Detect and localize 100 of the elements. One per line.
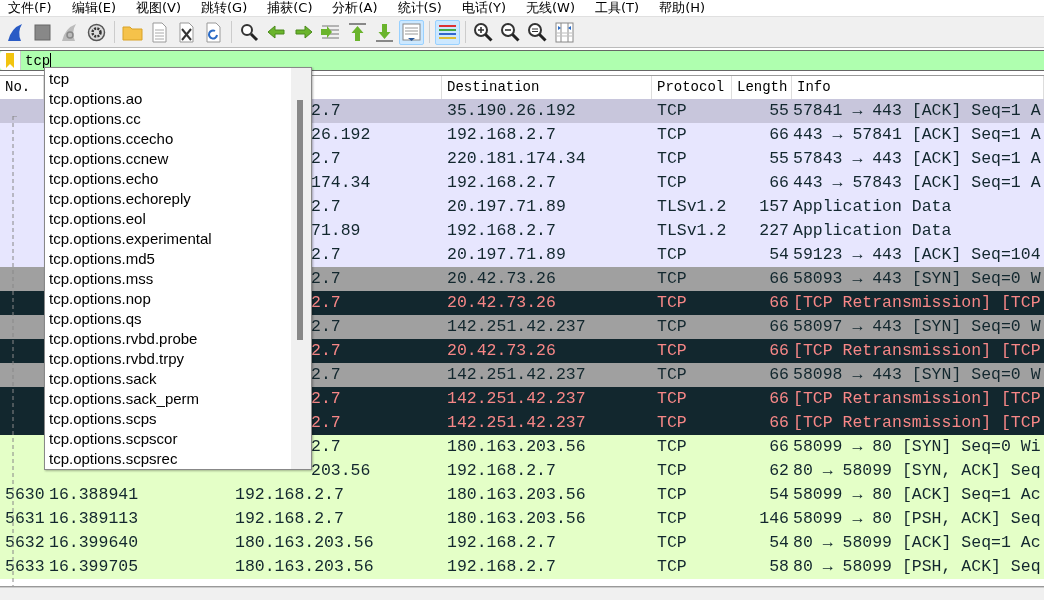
packet-row[interactable]: 5630 16.388941 192.168.2.7 180.163.203.56 TCP 54 58099 → 80 [ACK] Seq=1 Ac — [0, 483, 1044, 507]
table-cell: 142.251.42.237 — [447, 413, 586, 432]
suggestion-item[interactable]: tcp.options.ccecho — [45, 129, 291, 149]
table-cell: 20.42.73.26 — [447, 293, 556, 312]
table-cell: 180.163.203.56 — [447, 485, 586, 504]
packet-row[interactable]: 5631 16.389113 192.168.2.7 180.163.203.56 TCP 146 58099 → 80 [PSH, ACK] Seq — [0, 507, 1044, 531]
text-cursor — [50, 53, 52, 68]
suggestion-item[interactable]: tcp.options.scps — [45, 409, 291, 429]
table-cell: 443 → 57841 [ACK] Seq=1 A — [793, 125, 1041, 144]
table-cell: 192.168.2.7 — [447, 221, 556, 240]
scrollbar[interactable] — [291, 68, 311, 469]
table-cell: 174.34 — [311, 173, 371, 192]
table-cell: 66 — [769, 269, 789, 288]
table-cell: 59123 → 443 [ACK] Seq=104 — [793, 245, 1041, 264]
table-cell: 220.181.174.34 — [447, 149, 586, 168]
table-cell: 35.190.26.192 — [447, 101, 576, 120]
table-cell: 20.42.73.26 — [447, 269, 556, 288]
table-cell: TCP — [657, 341, 687, 360]
table-cell: TCP — [657, 557, 687, 576]
display-filter-field[interactable]: tcp — [0, 50, 1044, 71]
menu-item[interactable]: 无线(W) — [526, 0, 596, 16]
table-cell: 66 — [769, 413, 789, 432]
menu-item[interactable]: 捕获(C) — [267, 0, 333, 16]
table-cell: 55 — [769, 101, 789, 120]
table-cell: 2.7 — [311, 317, 341, 336]
table-cell: 2.7 — [311, 437, 341, 456]
suggestion-item[interactable]: tcp.options.ccnew — [45, 149, 291, 169]
table-cell: 192.168.2.7 — [447, 557, 556, 576]
menu-item[interactable]: 电话(Y) — [461, 0, 527, 16]
table-cell: TCP — [657, 389, 687, 408]
menu-item[interactable]: 帮助(H) — [659, 0, 726, 16]
table-cell: TCP — [657, 461, 687, 480]
table-cell: 66 — [769, 173, 789, 192]
table-cell: [TCP Retransmission] [TCP — [793, 293, 1041, 312]
suggestion-item[interactable]: tcp.options.mss — [45, 269, 291, 289]
table-cell: 66 — [769, 341, 789, 360]
table-cell: TLSv1.2 — [657, 221, 727, 240]
suggestion-item[interactable]: tcp.options.echo — [45, 169, 291, 189]
table-cell: TCP — [657, 293, 687, 312]
table-cell: 54 — [769, 533, 789, 552]
table-cell: 66 — [769, 437, 789, 456]
table-cell: 20.197.71.89 — [447, 197, 566, 216]
table-cell: 54 — [769, 245, 789, 264]
menu-item[interactable]: 统计(S) — [397, 0, 462, 16]
suggestion-item[interactable]: tcp.options.sack — [45, 369, 291, 389]
menu-item[interactable]: 视图(V) — [136, 0, 202, 16]
table-cell: TCP — [657, 149, 687, 168]
table-cell: 80 → 58099 [ACK] Seq=1 Ac — [793, 533, 1041, 552]
suggestion-item[interactable]: tcp.options.md5 — [45, 249, 291, 269]
table-cell: [TCP Retransmission] [TCP — [793, 413, 1041, 432]
autoscroll-icon[interactable] — [399, 19, 424, 45]
menu-item[interactable]: 文件(F) — [8, 0, 72, 16]
suggestion-item[interactable]: tcp.options.sack_perm — [45, 389, 291, 409]
table-cell: 2.7 — [311, 245, 341, 264]
table-cell: 58098 → 443 [SYN] Seq=0 W — [793, 365, 1041, 384]
suggestion-item[interactable]: tcp — [45, 69, 291, 89]
menu-item[interactable]: 编辑(E) — [71, 0, 136, 16]
table-cell: 192.168.2.7 — [447, 533, 556, 552]
table-cell: 2.7 — [311, 413, 341, 432]
menu-item[interactable]: 跳转(G) — [201, 0, 268, 16]
table-cell: 146 — [759, 509, 789, 528]
table-cell: TLSv1.2 — [657, 197, 727, 216]
table-cell: 16.388941 — [49, 485, 139, 504]
table-cell: 5630 — [5, 485, 44, 504]
table-cell: 16.399640 — [49, 533, 139, 552]
menu-item[interactable]: 工具(T) — [595, 0, 660, 16]
table-cell: 26.192 — [311, 125, 371, 144]
table-cell: 142.251.42.237 — [447, 365, 586, 384]
table-cell: 66 — [769, 317, 789, 336]
table-cell: 180.163.203.56 — [235, 533, 374, 552]
packet-row[interactable]: 5632 16.399640 180.163.203.56 192.168.2.7 TCP 54 80 → 58099 [ACK] Seq=1 Ac — [0, 531, 1044, 555]
bookmark-icon — [6, 53, 14, 68]
table-cell: 192.168.2.7 — [235, 485, 344, 504]
table-cell: 157 — [759, 197, 789, 216]
suggestion-item[interactable]: tcp.options.nop — [45, 289, 291, 309]
table-cell: TCP — [657, 101, 687, 120]
table-cell: [TCP Retransmission] [TCP — [793, 341, 1041, 360]
table-cell: TCP — [657, 413, 687, 432]
table-cell: 58093 → 443 [SYN] Seq=0 W — [793, 269, 1041, 288]
menu-item[interactable]: 分析(A) — [332, 0, 398, 16]
table-cell: TCP — [657, 437, 687, 456]
table-cell: Application Data — [793, 221, 952, 240]
colorize-icon[interactable] — [435, 19, 460, 45]
table-cell: 54 — [769, 485, 789, 504]
table-cell: 66 — [769, 293, 789, 312]
scrollbar-thumb[interactable] — [297, 100, 303, 340]
table-cell: 192.168.2.7 — [447, 173, 556, 192]
table-cell: 57841 → 443 [ACK] Seq=1 A — [793, 101, 1041, 120]
table-cell: 443 → 57843 [ACK] Seq=1 A — [793, 173, 1041, 192]
packet-row[interactable]: 5633 16.399705 180.163.203.56 192.168.2.7 TCP 58 80 → 58099 [PSH, ACK] Seq — [0, 555, 1044, 579]
table-cell: TCP — [657, 317, 687, 336]
table-cell: 2.7 — [311, 149, 341, 168]
table-cell: 5633 — [5, 557, 44, 576]
table-cell: 180.163.203.56 — [235, 557, 374, 576]
table-cell: TCP — [657, 245, 687, 264]
table-cell: 16.399705 — [49, 557, 139, 576]
table-cell: 2.7 — [311, 269, 341, 288]
table-cell: 2.7 — [311, 341, 341, 360]
table-cell: 203.56 — [311, 461, 371, 480]
table-cell: 2.7 — [311, 293, 341, 312]
